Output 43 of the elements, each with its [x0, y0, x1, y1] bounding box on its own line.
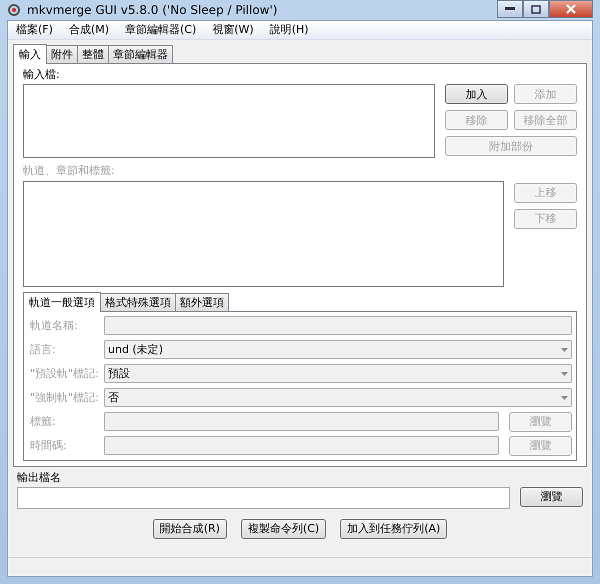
browse-button[interactable]: 瀏覽 [520, 486, 583, 507]
menu-item[interactable]: 檔案(F) [8, 23, 61, 37]
field-label: 時間碼: [30, 439, 68, 452]
action-button[interactable]: 開始合成(R) [152, 518, 227, 539]
maximize-button[interactable] [523, 0, 549, 18]
output-filename-field[interactable] [17, 486, 510, 509]
maximize-icon [531, 4, 541, 14]
tab[interactable]: 附件 [46, 45, 78, 64]
field-label: "預設軌"標記: [30, 367, 100, 380]
tab[interactable]: 章節編輯器 [108, 45, 173, 64]
close-button[interactable] [549, 0, 593, 18]
menu-item[interactable]: 章節編輯器(C) [117, 23, 204, 37]
tracks-list[interactable] [23, 180, 504, 287]
minimize-icon [505, 7, 515, 11]
field-label: 標籤: [30, 415, 57, 428]
add-button[interactable]: 加入 [445, 84, 508, 104]
caret-icon [561, 372, 568, 376]
close-icon [566, 4, 576, 14]
tab[interactable]: 額外選項 [175, 292, 229, 311]
field-label: 軌道名稱: [30, 319, 79, 332]
field-label: "強制軌"標記: [30, 391, 100, 404]
tracks-label: 軌道、章節和標籤: [23, 164, 116, 178]
action-button[interactable]: 加入到任務佇列(A) [340, 518, 448, 539]
minimize-button[interactable] [497, 0, 523, 18]
input-field[interactable] [104, 316, 572, 336]
menu-item[interactable]: 合成(M) [60, 23, 117, 37]
field-label: 語言: [30, 343, 57, 356]
caret-icon [561, 348, 568, 352]
app-icon [7, 3, 21, 17]
input-files-label: 輸入檔: [23, 68, 61, 82]
menu-item[interactable]: 說明(H) [262, 23, 317, 37]
action-button[interactable]: 複製命令列(C) [240, 518, 326, 539]
tab[interactable]: 軌道一般選項 [23, 292, 101, 312]
caret-icon [561, 396, 568, 400]
input-field[interactable] [104, 412, 499, 432]
output-filename-label: 輸出檔名 [17, 470, 62, 484]
menu-item[interactable]: 視窗(W) [204, 23, 262, 37]
tab[interactable]: 整體 [77, 45, 109, 64]
tab[interactable]: 格式特殊選項 [100, 292, 176, 311]
window-title: mkvmerge GUI v5.8.0 ('No Sleep / Pillow') [27, 2, 278, 18]
tab[interactable]: 輸入 [13, 44, 47, 64]
input-field[interactable] [104, 436, 499, 456]
input-file-list[interactable] [23, 84, 435, 158]
